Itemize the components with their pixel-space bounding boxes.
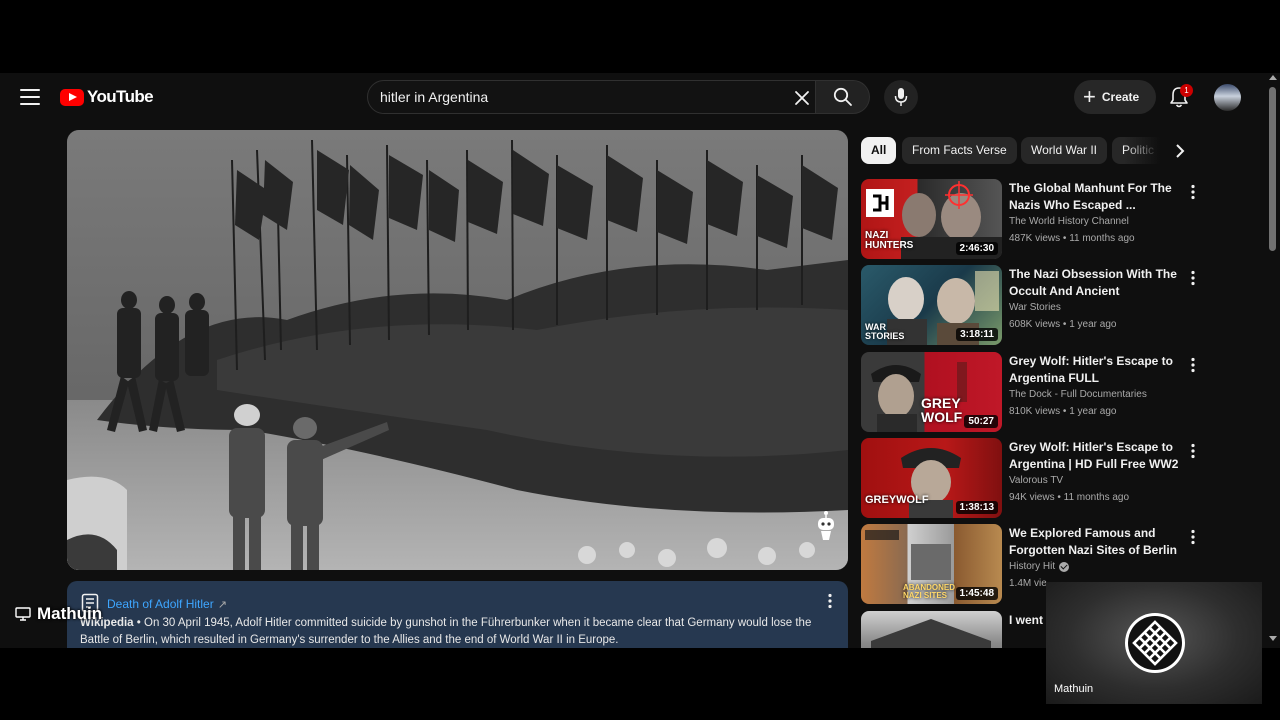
video-title[interactable]: The Global Manhunt For The Nazis Who Esc… xyxy=(1009,180,1187,214)
chip-all[interactable]: All xyxy=(861,137,897,164)
search-input[interactable] xyxy=(380,81,780,113)
channel-label: War Stories xyxy=(1009,302,1061,313)
scrollbar[interactable] xyxy=(1266,73,1280,648)
video-player[interactable] xyxy=(67,130,848,570)
info-title-link[interactable]: Death of Adolf Hitler ↗ xyxy=(107,597,227,611)
video-thumbnail[interactable]: NAZI HUNTERS 2:46:30 xyxy=(861,179,1002,259)
recommendation-item[interactable]: GREY WOLF 50:27 Grey Wolf: Hitler's Esca… xyxy=(861,352,1201,434)
thumbnail-art xyxy=(871,619,991,648)
streamer-name: Mathuin xyxy=(37,604,103,623)
microphone-icon xyxy=(894,88,908,106)
thumbnail-label: NAZI HUNTERS xyxy=(865,230,914,251)
chip-from-facts-verse[interactable]: From Facts Verse xyxy=(902,137,1017,164)
plus-icon: + xyxy=(1083,84,1096,109)
channel-name[interactable]: The World History Channel xyxy=(1009,216,1129,227)
channel-label: The Dock - Full Documentaries xyxy=(1009,389,1147,400)
verified-badge-icon xyxy=(1059,561,1070,572)
video-thumbnail[interactable]: ABANDONED NAZI SITES 1:45:48 xyxy=(861,524,1002,604)
video-thumbnail[interactable]: GREYWOLF 1:38:13 xyxy=(861,438,1002,518)
thumbnail-label: GREYWOLF xyxy=(865,494,929,506)
channel-label: The World History Channel xyxy=(1009,216,1129,227)
info-title: Death of Adolf Hitler xyxy=(107,597,214,611)
video-duration: 3:18:11 xyxy=(956,328,998,341)
info-body: On 30 April 1945, Adolf Hitler committed… xyxy=(80,617,812,646)
info-text: Wikipedia • On 30 April 1945, Adolf Hitl… xyxy=(80,615,838,648)
chip-world-war-ii[interactable]: World War II xyxy=(1021,137,1108,164)
voice-search-button[interactable] xyxy=(884,80,918,114)
youtube-app: YouTube + Create 1 xyxy=(0,73,1280,648)
video-thumbnail[interactable] xyxy=(861,611,1002,648)
more-options-icon[interactable] xyxy=(1190,443,1196,459)
recommendation-item[interactable]: NAZI HUNTERS 2:46:30 The Global Manhunt … xyxy=(861,179,1201,261)
video-title[interactable]: The Nazi Obsession With The Occult And A… xyxy=(1009,266,1187,300)
robot-icon[interactable] xyxy=(815,510,837,544)
video-title[interactable]: Grey Wolf: Hitler's Escape to Argentina … xyxy=(1009,353,1187,387)
notification-count-badge: 1 xyxy=(1180,84,1193,97)
thumbnail-label: ABANDONED NAZI SITES xyxy=(903,583,955,600)
video-title[interactable]: We Explored Famous and Forgotten Nazi Si… xyxy=(1009,525,1187,559)
video-duration: 1:38:13 xyxy=(955,501,998,514)
webcam-name: Mathuin xyxy=(1054,683,1094,695)
create-button[interactable]: + Create xyxy=(1074,80,1156,114)
more-options-icon[interactable] xyxy=(1190,357,1196,373)
video-thumbnail[interactable]: WAR STORIES 3:18:11 xyxy=(861,265,1002,345)
thumbnail-label: WAR STORIES xyxy=(865,322,905,341)
youtube-play-icon xyxy=(60,88,84,106)
info-panel: Death of Adolf Hitler ↗ Wikipedia • On 30… xyxy=(67,581,848,648)
more-options-icon[interactable] xyxy=(1190,270,1196,286)
more-options-icon[interactable] xyxy=(1190,529,1196,545)
video-meta: 487K views • 11 months ago xyxy=(1009,233,1135,244)
webcam-overlay: Mathuin xyxy=(1046,582,1262,704)
chips-next-button[interactable] xyxy=(1168,139,1192,163)
channel-name[interactable]: The Dock - Full Documentaries xyxy=(1009,389,1147,400)
video-meta: 810K views • 1 year ago xyxy=(1009,406,1117,417)
channel-name[interactable]: History Hit xyxy=(1009,561,1070,572)
search-bar xyxy=(367,80,870,114)
monitor-icon xyxy=(15,607,31,621)
channel-name[interactable]: War Stories xyxy=(1009,302,1061,313)
chevron-right-icon xyxy=(1176,144,1185,158)
channel-label: Valorous TV xyxy=(1009,475,1064,486)
streamer-overlay: Mathuin xyxy=(15,604,102,624)
channel-label: History Hit xyxy=(1009,561,1056,572)
video-title[interactable]: Grey Wolf: Hitler's Escape to Argentina … xyxy=(1009,439,1187,473)
recommendation-item[interactable]: WAR STORIES 3:18:11 The Nazi Obsession W… xyxy=(861,265,1201,347)
more-options-icon[interactable] xyxy=(825,593,835,609)
video-duration: 2:46:30 xyxy=(955,242,998,255)
search-button[interactable] xyxy=(816,80,870,114)
scrollbar-thumb[interactable] xyxy=(1269,87,1276,251)
scroll-down-arrow[interactable] xyxy=(1269,636,1277,641)
logo-text: YouTube xyxy=(87,87,154,106)
youtube-logo[interactable]: YouTube xyxy=(60,87,154,107)
info-separator: • xyxy=(133,617,144,629)
video-meta: 1.4M vie xyxy=(1009,578,1047,589)
avatar[interactable] xyxy=(1214,84,1241,111)
create-label: Create xyxy=(1101,90,1140,104)
external-link-icon: ↗ xyxy=(217,599,227,611)
video-frame xyxy=(67,130,848,570)
chips-fade xyxy=(1124,133,1164,167)
menu-icon[interactable] xyxy=(20,89,40,105)
video-meta: 94K views • 11 months ago xyxy=(1009,492,1130,503)
search-icon xyxy=(833,87,852,106)
video-meta: 608K views • 1 year ago xyxy=(1009,319,1117,330)
recommendation-item[interactable]: GREYWOLF 1:38:13 Grey Wolf: Hitler's Esc… xyxy=(861,438,1201,520)
more-options-icon[interactable] xyxy=(1190,184,1196,200)
video-thumbnail[interactable]: GREY WOLF 50:27 xyxy=(861,352,1002,432)
video-duration: 50:27 xyxy=(964,415,998,428)
endless-knot-logo xyxy=(1125,613,1185,673)
video-duration: 1:45:48 xyxy=(955,587,998,600)
scroll-up-arrow[interactable] xyxy=(1269,75,1277,80)
clear-search-icon[interactable] xyxy=(793,89,811,107)
channel-name[interactable]: Valorous TV xyxy=(1009,475,1063,486)
search-box xyxy=(367,80,816,114)
